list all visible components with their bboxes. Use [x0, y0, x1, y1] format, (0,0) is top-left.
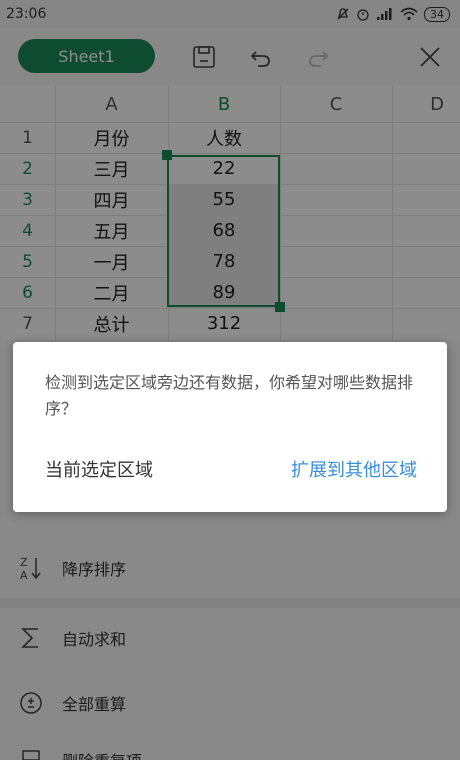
dialog-message: 检测到选定区域旁边还有数据，你希望对哪些数据排序？: [45, 373, 414, 418]
expand-selection-button[interactable]: 扩展到其他区域: [291, 456, 417, 482]
sort-range-dialog: 检测到选定区域旁边还有数据，你希望对哪些数据排序？ 当前选定区域 扩展到其他区域: [13, 342, 447, 512]
current-selection-button[interactable]: 当前选定区域: [45, 456, 153, 482]
